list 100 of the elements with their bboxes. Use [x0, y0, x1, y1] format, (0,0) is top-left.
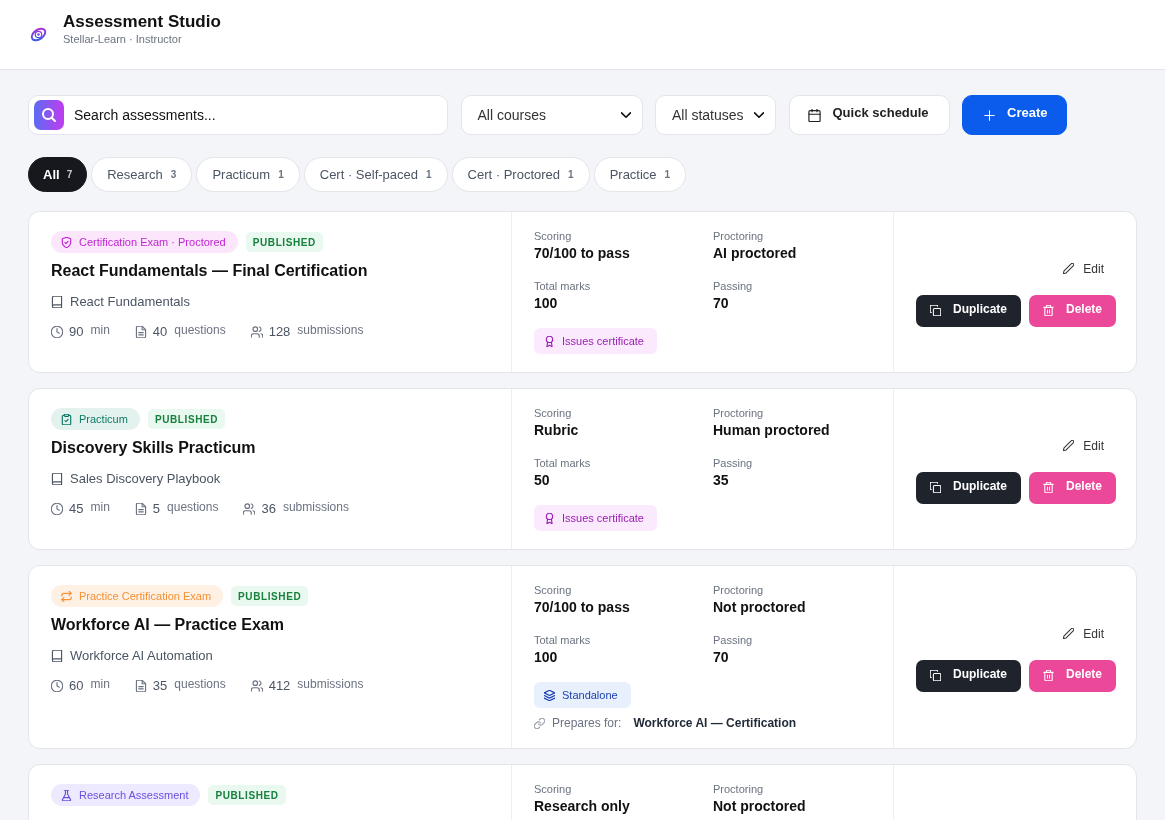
detail-value: Human proctored	[713, 422, 831, 439]
stat-value: 36	[261, 501, 276, 517]
filter-tab[interactable]: Research 3	[91, 157, 193, 192]
stat-value: 90	[69, 324, 84, 340]
link-icon	[534, 717, 545, 729]
filter-tab[interactable]: Cert · Proctored 1	[451, 157, 590, 192]
status-badge: PUBLISHED	[147, 409, 226, 429]
detail-value: 70	[713, 649, 730, 666]
flask-icon	[61, 789, 72, 801]
stat-label: submissions	[297, 323, 364, 337]
duplicate-button[interactable]: Duplicate	[916, 471, 1021, 504]
stat-label: min	[90, 500, 110, 514]
copy-icon	[930, 305, 941, 316]
detail-value: Not proctored	[713, 599, 807, 616]
status-badge: PUBLISHED	[208, 785, 286, 805]
award-icon	[544, 335, 555, 347]
stat-value: 35	[152, 678, 168, 694]
detail-value: Research only	[534, 798, 631, 815]
detail-label: Proctoring	[713, 230, 765, 243]
course-name: Workforce AI Automation	[70, 648, 213, 664]
award-icon	[544, 512, 555, 524]
detail-value: 100	[534, 295, 559, 312]
users-icon	[250, 680, 263, 692]
edit-button[interactable]: Edit	[1051, 434, 1117, 457]
trash-icon	[1043, 670, 1054, 681]
stat-label: min	[90, 677, 110, 691]
search-icon	[34, 100, 64, 130]
filter-tab[interactable]: Practice 1	[593, 157, 687, 192]
search-field[interactable]: Search assessments...	[28, 95, 448, 135]
detail-value: 100	[534, 649, 559, 666]
calendar-icon	[807, 108, 821, 122]
category-tag: Practicum	[51, 408, 140, 430]
detail-value: 35	[713, 472, 730, 489]
pencil-icon	[1063, 440, 1075, 451]
document-icon	[134, 680, 147, 692]
pencil-icon	[1063, 263, 1075, 274]
detail-value: Not proctored	[713, 798, 807, 815]
stat-value: 412	[268, 678, 291, 694]
detail-label: Proctoring	[713, 783, 765, 796]
book-icon	[51, 650, 63, 662]
shield-icon	[61, 236, 72, 248]
stat-value: 60	[69, 678, 84, 694]
certificate-tag: Issues certificate	[534, 505, 657, 531]
status-badge: PUBLISHED	[231, 586, 309, 606]
layers-icon	[544, 689, 555, 701]
filter-tab[interactable]: All 7	[28, 157, 88, 192]
trash-icon	[1043, 305, 1054, 316]
duplicate-button[interactable]: Duplicate	[916, 659, 1021, 692]
stat-value: 45	[69, 501, 84, 517]
users-icon	[243, 503, 256, 515]
detail-value: 70	[713, 295, 730, 312]
document-icon	[134, 503, 147, 515]
stat-label: submissions	[282, 500, 349, 514]
delete-button[interactable]: Delete	[1029, 471, 1117, 504]
assessment-title: Workforce AI — Practice Exam	[51, 615, 285, 635]
category-tag: Research Assessment	[51, 784, 201, 806]
certificate-tag: Issues certificate	[534, 328, 657, 354]
duplicate-button[interactable]: Duplicate	[916, 294, 1021, 327]
detail-label: Proctoring	[713, 407, 765, 420]
detail-label: Scoring	[534, 584, 573, 597]
clock-icon	[51, 326, 63, 338]
filter-tab[interactable]: Cert · Self-paced 1	[303, 157, 448, 192]
assessment-title: React Fundamentals — Final Certification	[51, 261, 369, 281]
detail-label: Total marks	[534, 280, 592, 293]
stat-label: questions	[167, 500, 219, 514]
chevron-down-icon	[754, 110, 764, 120]
status-select[interactable]: All statuses	[655, 95, 776, 135]
course-name: Sales Discovery Playbook	[70, 471, 221, 487]
logo-icon	[30, 26, 47, 43]
stat-value: 128	[268, 324, 291, 340]
course-select[interactable]: All courses	[460, 95, 643, 135]
schedule-button[interactable]: Quick schedule	[788, 95, 950, 135]
stat-value: 40	[152, 324, 168, 340]
create-button[interactable]: Create	[962, 95, 1067, 135]
edit-button[interactable]: Edit	[1051, 622, 1117, 645]
detail-label: Passing	[713, 634, 754, 647]
repeat-icon	[61, 590, 72, 602]
edit-button[interactable]: Edit	[1051, 257, 1117, 280]
stat-label: min	[90, 323, 110, 337]
document-icon	[134, 326, 147, 338]
delete-button[interactable]: Delete	[1029, 659, 1117, 692]
detail-value: 50	[534, 472, 551, 489]
status-badge: PUBLISHED	[245, 232, 323, 252]
linked-assessment: Workforce AI — Certification	[633, 716, 797, 730]
filter-tab[interactable]: Practicum 1	[196, 157, 300, 192]
detail-value: 70/100 to pass	[534, 245, 631, 262]
delete-button[interactable]: Delete	[1029, 294, 1117, 327]
stat-label: submissions	[297, 677, 364, 691]
stat-label: questions	[174, 677, 226, 691]
detail-label: Total marks	[534, 457, 592, 470]
copy-icon	[930, 670, 941, 681]
standalone-tag: Standalone	[534, 682, 631, 708]
category-tag: Practice Certification Exam	[51, 585, 224, 607]
stat-label: questions	[174, 323, 226, 337]
detail-value: AI proctored	[713, 245, 798, 262]
copy-icon	[930, 482, 941, 493]
detail-label: Passing	[713, 457, 754, 470]
detail-label: Scoring	[534, 783, 573, 796]
course-name: React Fundamentals	[70, 294, 190, 310]
trash-icon	[1043, 482, 1054, 493]
